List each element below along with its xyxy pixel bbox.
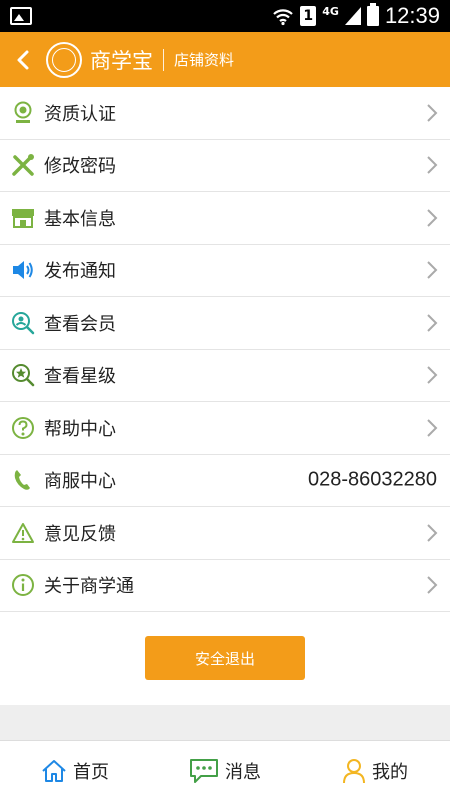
menu-item-view-rating[interactable]: 查看星级 [0,350,450,402]
tab-home[interactable]: 首页 [0,741,150,800]
tab-label: 我的 [372,761,408,783]
help-icon [10,415,36,441]
chevron-right-icon [427,314,438,332]
status-time: 12:39 [384,3,440,28]
sim-indicator: 1 [300,6,317,26]
menu-item-label: 查看星级 [44,366,116,388]
chevron-right-icon [427,156,438,174]
certificate-icon [10,100,36,126]
chevron-right-icon [427,419,438,437]
chevron-right-icon [427,261,438,279]
app-header: 商学宝 店铺资料 [0,32,450,87]
home-icon [42,759,66,782]
menu-item-view-members[interactable]: 查看会员 [0,297,450,350]
speaker-icon [10,257,36,283]
phone-icon [10,467,36,493]
image-notification-icon [10,7,32,25]
status-bar: 1 4G 12:39 [0,0,450,32]
store-icon [10,205,36,231]
menu-item-label: 关于商学通 [44,576,134,598]
menu-item-label: 修改密码 [44,156,116,178]
menu-item-label: 商服中心 [44,471,116,493]
menu-item-about[interactable]: 关于商学通 [0,560,450,612]
user-icon [343,758,365,783]
warning-icon [10,520,36,546]
message-icon [190,758,218,783]
info-icon [10,572,36,598]
chevron-right-icon [427,524,438,542]
tab-mine[interactable]: 我的 [300,741,450,800]
bottom-tab-bar: 首页 消息 我的 [0,740,450,800]
menu-item-label: 帮助中心 [44,418,116,440]
chevron-right-icon [427,104,438,122]
menu-item-label: 意见反馈 [44,523,116,545]
brand-logo [46,41,82,78]
menu-item-feedback[interactable]: 意见反馈 [0,507,450,560]
menu-item-publish-notice[interactable]: 发布通知 [0,245,450,297]
member-search-icon [10,310,36,336]
menu-item-service-center[interactable]: 商服中心 028-86032280 [0,455,450,507]
settings-menu: 资质认证 修改密码 基本信息 发布通知 查看会员 查看星级 帮助中心 商服中心 … [0,87,450,612]
tab-label: 消息 [225,761,261,783]
signal-icon [344,7,361,25]
tab-label: 首页 [73,761,109,783]
chevron-right-icon [427,576,438,594]
menu-item-change-password[interactable]: 修改密码 [0,140,450,192]
menu-item-certification[interactable]: 资质认证 [0,87,450,140]
brand-name: 商学宝 [90,48,153,73]
logout-area: 安全退出 [0,612,450,705]
menu-item-label: 基本信息 [44,208,116,230]
tools-icon [10,152,36,178]
wifi-icon [273,9,294,26]
star-search-icon [10,362,36,388]
chevron-right-icon [427,366,438,384]
menu-item-label: 资质认证 [44,103,116,125]
network-type: 4G [322,5,339,18]
menu-item-label: 查看会员 [44,313,116,335]
battery-icon [366,3,379,26]
menu-item-basic-info[interactable]: 基本信息 [0,192,450,245]
chevron-right-icon [427,209,438,227]
header-divider [163,48,164,71]
logout-button[interactable]: 安全退出 [145,636,305,680]
menu-item-label: 发布通知 [44,261,116,283]
menu-item-help-center[interactable]: 帮助中心 [0,402,450,455]
tab-messages[interactable]: 消息 [150,741,300,800]
service-phone-number[interactable]: 028-86032280 [308,469,437,492]
page-title: 店铺资料 [174,51,235,69]
back-icon[interactable] [0,32,46,87]
